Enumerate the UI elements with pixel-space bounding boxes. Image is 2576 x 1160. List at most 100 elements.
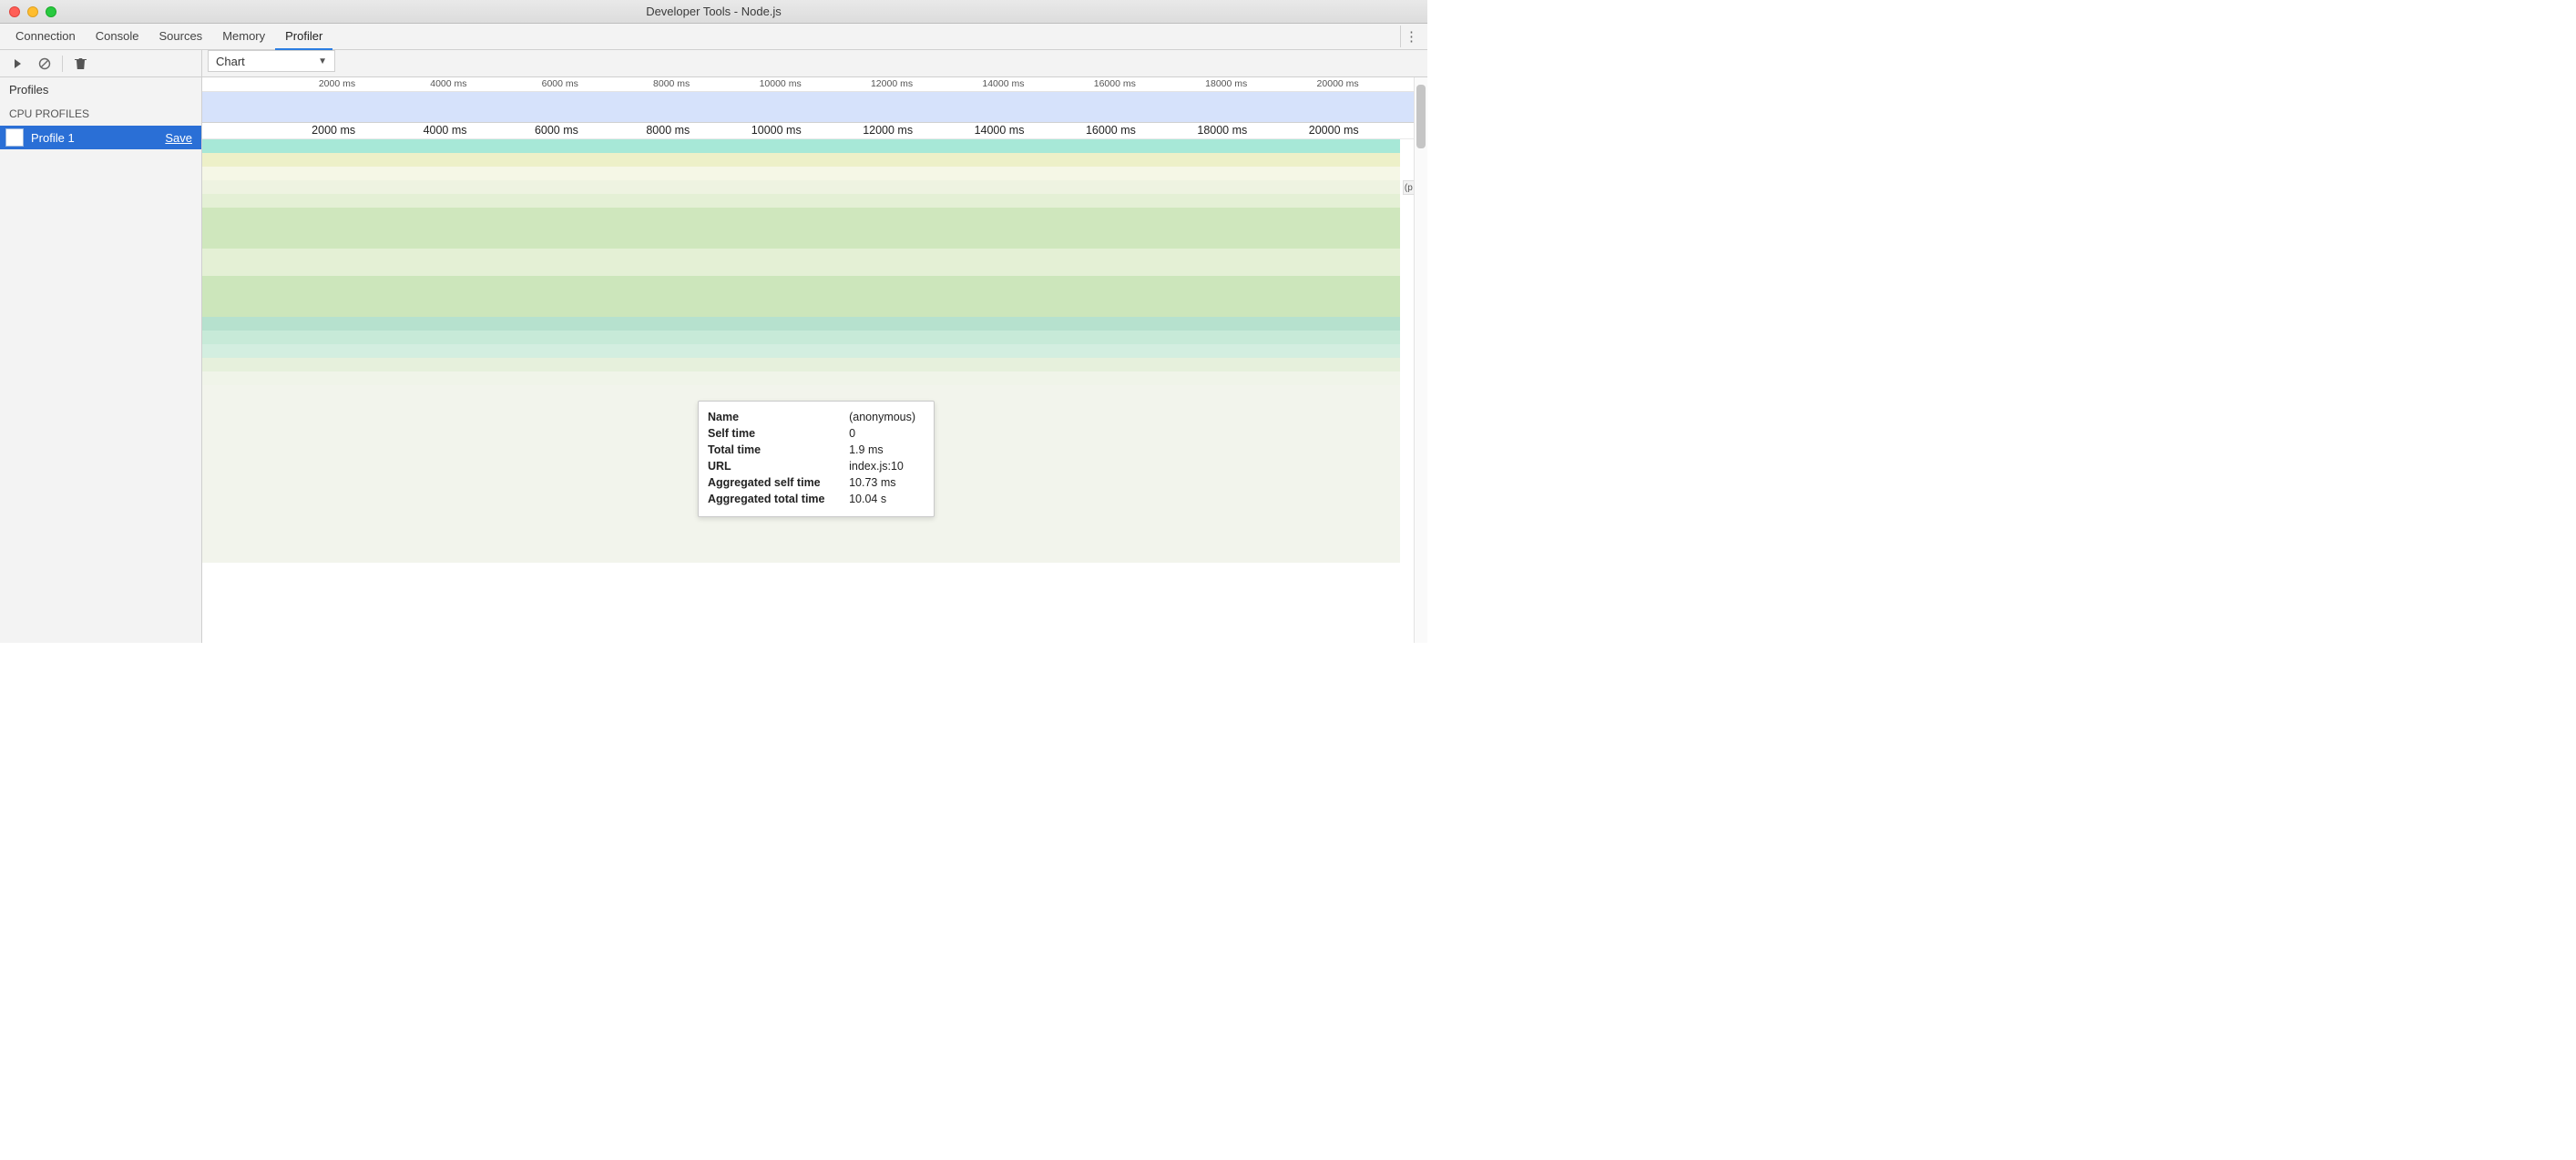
flame-band[interactable] <box>202 522 1400 535</box>
tooltip-key: Name <box>708 409 849 425</box>
tooltip-row: Self time0 <box>708 425 925 442</box>
flame-band[interactable] <box>202 194 1400 208</box>
save-profile-link[interactable]: Save <box>165 131 192 145</box>
tooltip-value: index.js:10 <box>849 458 925 474</box>
tooltip-key: Aggregated self time <box>708 474 849 491</box>
scrollbar-thumb[interactable] <box>1416 85 1426 148</box>
view-mode-value: Chart <box>216 55 245 68</box>
cpu-profiles-heading: CPU PROFILES <box>0 102 201 126</box>
close-icon[interactable] <box>9 6 20 17</box>
profile-item[interactable]: Profile 1 Save <box>0 126 201 149</box>
ruler-tick: 8000 ms <box>646 124 690 137</box>
flame-band[interactable] <box>202 549 1400 563</box>
view-mode-select[interactable]: Chart <box>208 50 335 72</box>
tab-sources[interactable]: Sources <box>148 24 212 50</box>
flame-band[interactable] <box>202 371 1400 385</box>
tooltip-table: Name(anonymous)Self time0Total time1.9 m… <box>708 409 925 507</box>
profile-icon <box>5 128 24 147</box>
trash-icon <box>75 57 87 70</box>
tooltip-value: 0 <box>849 425 925 442</box>
tab-connection[interactable]: Connection <box>5 24 86 50</box>
tooltip-row: URLindex.js:10 <box>708 458 925 474</box>
ruler-tick: 2000 ms <box>319 78 355 89</box>
toolbar-left <box>0 50 202 76</box>
ruler-tick: 16000 ms <box>1086 124 1136 137</box>
minimize-icon[interactable] <box>27 6 38 17</box>
overview-strip[interactable]: 2000 ms4000 ms6000 ms8000 ms10000 ms1200… <box>202 77 1427 123</box>
ruler-tick: 18000 ms <box>1205 78 1247 89</box>
profiles-sidebar: Profiles CPU PROFILES Profile 1 Save <box>0 77 202 643</box>
flame-band[interactable] <box>202 358 1400 371</box>
tab-console[interactable]: Console <box>86 24 149 50</box>
flame-band[interactable] <box>202 221 1400 235</box>
ruler-tick: 14000 ms <box>982 78 1024 89</box>
flame-band[interactable] <box>202 590 1400 604</box>
flame-band[interactable] <box>202 167 1400 180</box>
tab-memory[interactable]: Memory <box>212 24 275 50</box>
tooltip-key: Total time <box>708 442 849 458</box>
tooltip-value: 10.73 ms <box>849 474 925 491</box>
more-menu-button[interactable]: ⋮ <box>1400 25 1422 47</box>
flame-band[interactable] <box>202 604 1400 617</box>
tooltip-row: Name(anonymous) <box>708 409 925 425</box>
frame-tooltip: Name(anonymous)Self time0Total time1.9 m… <box>698 401 935 517</box>
flame-band[interactable] <box>202 617 1400 631</box>
flame-band[interactable] <box>202 276 1400 290</box>
ruler-tick: 20000 ms <box>1317 78 1359 89</box>
window-controls <box>9 6 56 17</box>
ruler-tick: 4000 ms <box>424 124 467 137</box>
vertical-scrollbar[interactable] <box>1414 77 1427 643</box>
flame-band[interactable] <box>202 563 1400 576</box>
tooltip-row: Total time1.9 ms <box>708 442 925 458</box>
tooltip-row: Aggregated total time10.04 s <box>708 491 925 507</box>
workspace: Profiles CPU PROFILES Profile 1 Save 200… <box>0 77 1427 643</box>
record-button[interactable] <box>7 54 27 74</box>
kebab-icon: ⋮ <box>1405 28 1418 45</box>
ruler-tick: 12000 ms <box>863 124 913 137</box>
flame-band[interactable] <box>202 262 1400 276</box>
tooltip-key: Aggregated total time <box>708 491 849 507</box>
flame-band[interactable] <box>202 153 1400 167</box>
flame-chart-area[interactable]: 2000 ms 4000 ms 6000 ms 8000 ms 10000 ms 1200… <box>202 77 1427 643</box>
tooltip-value: 1.9 ms <box>849 442 925 458</box>
flame-band[interactable] <box>202 576 1400 590</box>
divider <box>62 56 63 72</box>
no-entry-icon <box>38 57 51 70</box>
maximize-icon[interactable] <box>46 6 56 17</box>
ruler-tick: 6000 ms <box>535 124 578 137</box>
flame-band[interactable] <box>202 290 1400 303</box>
flame-band[interactable] <box>202 535 1400 549</box>
tooltip-key: Self time <box>708 425 849 442</box>
tooltip-value: (anonymous) <box>849 409 925 425</box>
tab-profiler[interactable]: Profiler <box>275 24 332 50</box>
flame-band[interactable] <box>202 180 1400 194</box>
flame-band[interactable] <box>202 385 1400 399</box>
delete-button[interactable] <box>70 54 90 74</box>
ruler-tick: 14000 ms <box>975 124 1025 137</box>
ruler-tick: 16000 ms <box>1094 78 1136 89</box>
flame-band[interactable] <box>202 235 1400 249</box>
ruler-tick: 10000 ms <box>760 78 802 89</box>
time-ruler: 2000 ms4000 ms6000 ms8000 ms10000 ms1200… <box>202 123 1427 139</box>
ruler-tick: 20000 ms <box>1309 124 1359 137</box>
profile-item-label: Profile 1 <box>31 131 75 145</box>
flame-band[interactable] <box>202 317 1400 331</box>
flame-band[interactable] <box>202 303 1400 317</box>
ruler-tick: 12000 ms <box>871 78 913 89</box>
record-icon <box>12 58 23 69</box>
ruler-tick: 18000 ms <box>1197 124 1247 137</box>
tooltip-value: 10.04 s <box>849 491 925 507</box>
flame-band[interactable] <box>202 331 1400 344</box>
ruler-tick: 4000 ms <box>430 78 466 89</box>
overview-ruler: 2000 ms4000 ms6000 ms8000 ms10000 ms1200… <box>202 77 1427 92</box>
clear-button[interactable] <box>35 54 55 74</box>
flame-band[interactable] <box>202 249 1400 262</box>
main-tabs: Connection Console Sources Memory Profil… <box>0 24 1427 50</box>
tooltip-key: URL <box>708 458 849 474</box>
flame-band[interactable] <box>202 139 1400 153</box>
flame-band[interactable] <box>202 208 1400 221</box>
ruler-tick: 6000 ms <box>542 78 578 89</box>
flame-chart[interactable] <box>202 139 1427 643</box>
flame-band[interactable] <box>202 344 1400 358</box>
ruler-tick: 2000 ms <box>312 124 355 137</box>
